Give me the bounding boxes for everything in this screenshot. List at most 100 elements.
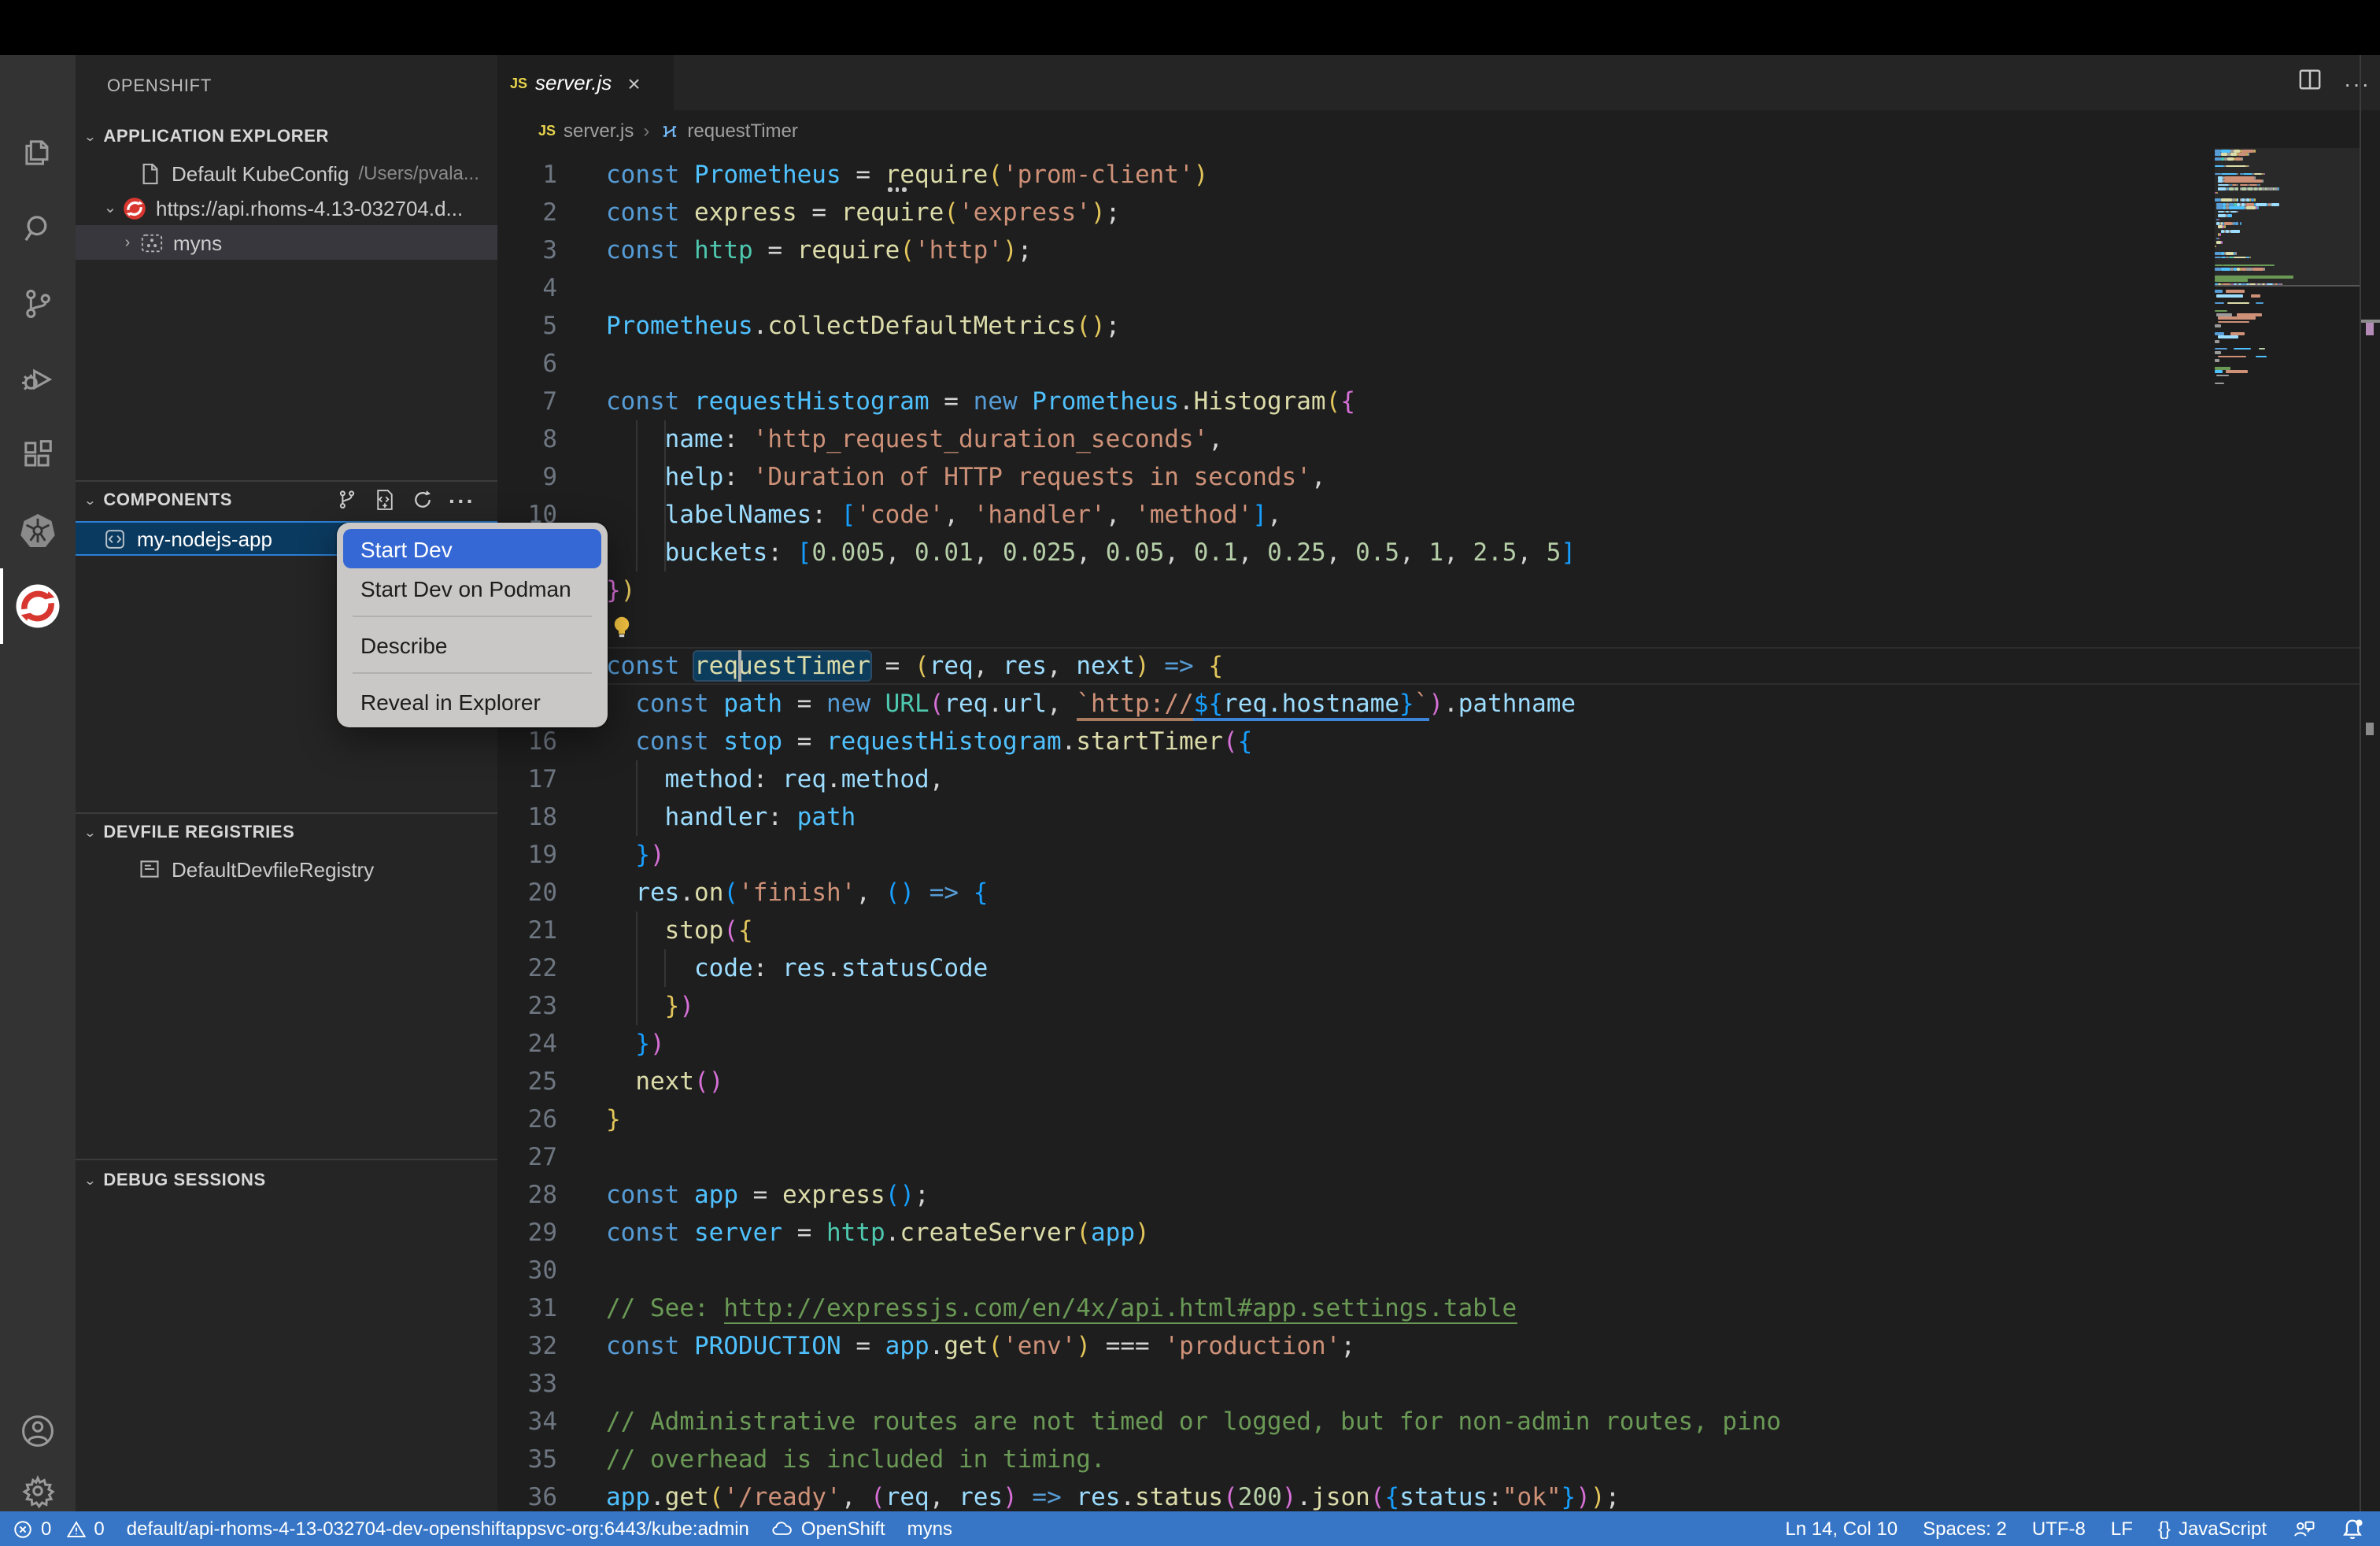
tab-server-js[interactable]: JS server.js ×	[497, 55, 674, 110]
tree-item-cluster[interactable]: ⌄ https://api.rhoms-4.13-032704.d...	[76, 190, 497, 225]
line-number[interactable]: 19	[497, 836, 557, 874]
indentation-item[interactable]: Spaces: 2	[1923, 1518, 2007, 1540]
line-number[interactable]: 18	[497, 798, 557, 836]
code-line[interactable]: 15 const path = new URL(req.url, `http:/…	[497, 685, 2380, 723]
code-line[interactable]: 10 labelNames: ['code', 'handler', 'meth…	[497, 496, 2380, 534]
code-line[interactable]: 4	[497, 269, 2380, 307]
section-devfile-registries[interactable]: ⌄ DEVFILE REGISTRIES	[76, 814, 497, 852]
lightbulb-icon[interactable]	[609, 614, 634, 649]
start-dev-icon[interactable]	[335, 488, 359, 513]
code-line[interactable]: 26}	[497, 1100, 2380, 1138]
code-line[interactable]: 8 name: 'http_request_duration_seconds',	[497, 420, 2380, 458]
code-line[interactable]: 30	[497, 1252, 2380, 1289]
line-number[interactable]: 6	[497, 345, 557, 383]
line-number[interactable]: 29	[497, 1214, 557, 1252]
line-number[interactable]: 23	[497, 987, 557, 1025]
code-line[interactable]: 5Prometheus.collectDefaultMetrics();	[497, 307, 2380, 345]
code-line[interactable]: 27	[497, 1138, 2380, 1176]
line-number[interactable]: 3	[497, 231, 557, 269]
code-line[interactable]: 6	[497, 345, 2380, 383]
cursor-position-item[interactable]: Ln 14, Col 10	[1785, 1518, 1898, 1540]
new-component-icon[interactable]	[373, 488, 397, 513]
line-number[interactable]: 34	[497, 1403, 557, 1441]
explorer-icon[interactable]	[0, 115, 76, 190]
line-number[interactable]: 8	[497, 420, 557, 458]
code-line[interactable]: 13	[497, 609, 2380, 647]
extensions-icon[interactable]	[0, 417, 76, 493]
run-debug-icon[interactable]	[0, 342, 76, 417]
openshift-icon[interactable]	[0, 568, 76, 644]
code-line[interactable]: 11 buckets: [0.005, 0.01, 0.025, 0.05, 0…	[497, 534, 2380, 571]
source-control-icon[interactable]	[0, 266, 76, 342]
code-line[interactable]: 12})	[497, 571, 2380, 609]
menu-item-describe[interactable]: Describe	[343, 625, 601, 664]
line-number[interactable]: 21	[497, 912, 557, 949]
line-number[interactable]: 28	[497, 1176, 557, 1214]
code-line[interactable]: 3const http = require('http');	[497, 231, 2380, 269]
feedback-icon[interactable]	[2292, 1518, 2315, 1540]
line-number[interactable]: 33	[497, 1365, 557, 1403]
code-area[interactable]: 1const Prometheus = require('prom-client…	[497, 151, 2380, 1511]
code-line[interactable]: 34// Administrative routes are not timed…	[497, 1403, 2380, 1441]
code-line[interactable]: 31// See: http://expressjs.com/en/4x/api…	[497, 1289, 2380, 1327]
menu-item-start-dev-on-podman[interactable]: Start Dev on Podman	[343, 568, 601, 608]
tree-item-kubeconfig[interactable]: Default KubeConfig /Users/pvala...	[76, 156, 497, 190]
section-components[interactable]: ⌄ COMPONENTS	[76, 482, 497, 520]
line-number[interactable]: 4	[497, 269, 557, 307]
line-number[interactable]: 31	[497, 1289, 557, 1327]
overview-ruler[interactable]	[2360, 55, 2380, 1511]
code-line[interactable]: 33	[497, 1365, 2380, 1403]
eol-item[interactable]: LF	[2111, 1518, 2133, 1540]
line-number[interactable]: 17	[497, 760, 557, 798]
code-line[interactable]: 7const requestHistogram = new Prometheus…	[497, 383, 2380, 420]
code-line[interactable]: 17 method: req.method,	[497, 760, 2380, 798]
line-number[interactable]: 26	[497, 1100, 557, 1138]
code-line[interactable]: 2const express = require('express');	[497, 194, 2380, 231]
code-line[interactable]: 32const PRODUCTION = app.get('env') === …	[497, 1327, 2380, 1365]
chevron-right-icon[interactable]: ›	[118, 234, 137, 251]
line-number[interactable]: 9	[497, 458, 557, 496]
line-number[interactable]: 36	[497, 1478, 557, 1516]
chevron-down-icon[interactable]: ⌄	[101, 199, 120, 216]
menu-item-reveal-in-explorer[interactable]: Reveal in Explorer	[343, 682, 601, 721]
code-line[interactable]: 25 next()	[497, 1063, 2380, 1100]
code-line[interactable]: 19 })	[497, 836, 2380, 874]
minimap[interactable]	[2215, 148, 2360, 1508]
section-divider[interactable]	[76, 1159, 497, 1160]
code-line[interactable]: 35// overhead is included in timing.	[497, 1441, 2380, 1478]
line-number[interactable]: 24	[497, 1025, 557, 1063]
code-line[interactable]: 9 help: 'Duration of HTTP requests in se…	[497, 458, 2380, 496]
split-editor-icon[interactable]	[2298, 67, 2322, 98]
line-number[interactable]: 20	[497, 874, 557, 912]
line-number[interactable]: 7	[497, 383, 557, 420]
code-line[interactable]: 14const requestTimer = (req, res, next) …	[497, 647, 2380, 685]
line-number[interactable]: 2	[497, 194, 557, 231]
breadcrumb-symbol[interactable]: requestTimer	[687, 120, 798, 142]
line-number[interactable]: 32	[497, 1327, 557, 1365]
language-mode-item[interactable]: {} JavaScript	[2158, 1518, 2267, 1540]
line-number[interactable]: 30	[497, 1252, 557, 1289]
refresh-icon[interactable]	[411, 488, 434, 513]
breadcrumb-file[interactable]: server.js	[564, 120, 634, 142]
code-line[interactable]: 16 const stop = requestHistogram.startTi…	[497, 723, 2380, 760]
encoding-item[interactable]: UTF-8	[2032, 1518, 2086, 1540]
line-number[interactable]: 22	[497, 949, 557, 987]
line-number[interactable]: 16	[497, 723, 557, 760]
code-line[interactable]: 22 code: res.statusCode	[497, 949, 2380, 987]
code-line[interactable]: 36app.get('/ready', (req, res) => res.st…	[497, 1478, 2380, 1516]
problems-indicator[interactable]: 0 0	[13, 1518, 105, 1540]
tree-item-devfile-registry[interactable]: DefaultDevfileRegistry	[76, 852, 497, 886]
code-line[interactable]: 24 })	[497, 1025, 2380, 1063]
breadcrumb[interactable]: JS server.js › requestTimer	[497, 110, 2380, 151]
code-line[interactable]: 28const app = express();	[497, 1176, 2380, 1214]
menu-item-start-dev[interactable]: Start Dev	[343, 529, 601, 568]
notifications-bell-icon[interactable]	[2341, 1517, 2364, 1540]
section-application-explorer[interactable]: ⌄ APPLICATION EXPLORER	[76, 118, 497, 156]
line-number[interactable]: 27	[497, 1138, 557, 1176]
code-line[interactable]: 21 stop({	[497, 912, 2380, 949]
line-number[interactable]: 5	[497, 307, 557, 345]
code-line[interactable]: 29const server = http.createServer(app)	[497, 1214, 2380, 1252]
search-icon[interactable]	[0, 190, 76, 266]
line-number[interactable]: 25	[497, 1063, 557, 1100]
code-line[interactable]: 1const Prometheus = require('prom-client…	[497, 156, 2380, 194]
